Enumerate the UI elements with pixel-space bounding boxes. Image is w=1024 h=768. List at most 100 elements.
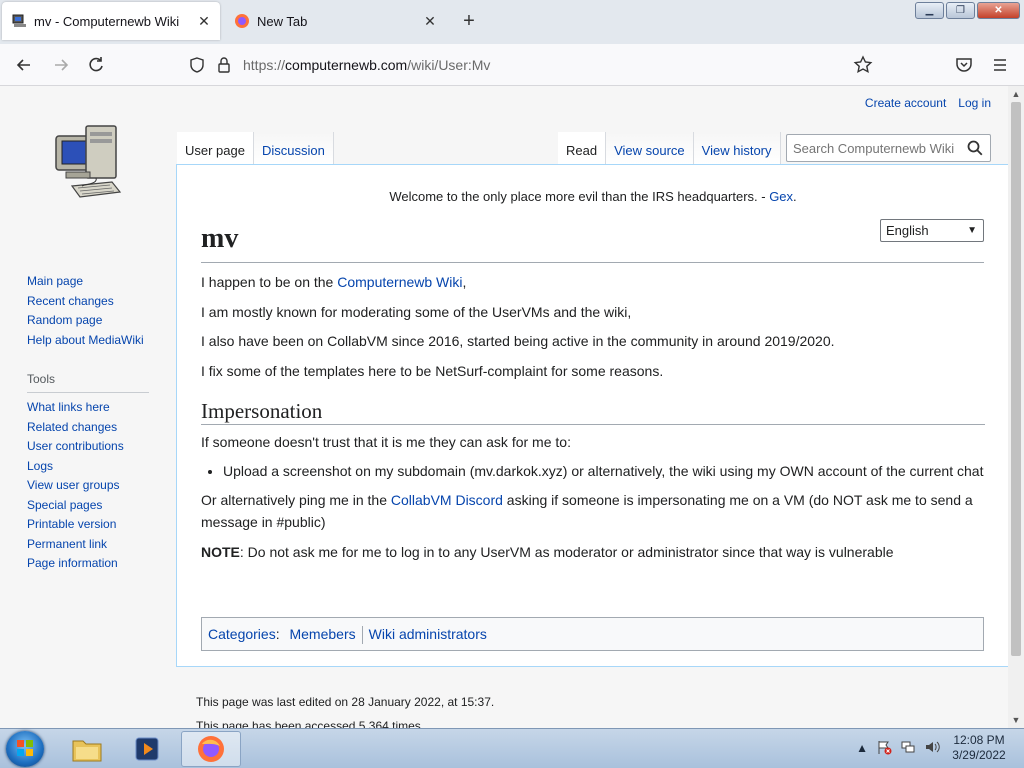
tab-view-history[interactable]: View history [693,132,781,164]
folder-icon [72,740,102,762]
url-path: /wiki/User:Mv [407,57,491,73]
start-button[interactable] [6,731,44,767]
sidebar-item-view-user-groups[interactable]: View user groups [27,478,120,492]
sidebar-item-what-links-here[interactable]: What links here [27,400,110,414]
forward-arrow-icon[interactable] [50,54,72,76]
media-player-taskbar-button[interactable] [117,731,177,767]
search-icon[interactable] [966,139,984,157]
tab-user-page[interactable]: User page [177,132,254,164]
scroll-up-icon[interactable]: ▲ [1008,86,1024,102]
show-hidden-icons-icon[interactable]: ▲ [856,741,868,755]
tab-strip: mv - Computernewb Wiki ✕ New Tab ✕ + ▁ ❐… [0,0,1024,44]
lock-icon[interactable] [216,56,232,74]
close-tab-icon[interactable]: ✕ [196,13,212,29]
note-text: : Do not ask me for me to log in to any … [239,543,894,560]
minimize-button[interactable]: ▁ [915,2,944,19]
tab-read[interactable]: Read [558,132,607,164]
reload-icon[interactable] [85,54,107,76]
sidebar-item-help[interactable]: Help about MediaWiki [27,333,144,347]
network-icon[interactable] [900,739,916,758]
back-arrow-icon[interactable] [13,54,35,76]
paragraph: If someone doesn't trust that it is me t… [201,433,571,450]
paragraph: Or alternatively ping me in the CollabVM… [201,489,985,533]
url-bar[interactable]: https://computernewb.com/wiki/User:Mv [180,50,880,80]
gex-link[interactable]: Gex [769,189,793,204]
sidebar: Main page Recent changes Random page Hel… [27,272,167,574]
clock-time: 12:08 PM [953,733,1005,747]
search-input[interactable] [787,135,959,161]
url-host: computernewb.com [285,57,408,73]
page-title: mv [201,223,984,263]
navigation-toolbar: https://computernewb.com/wiki/User:Mv [0,44,1024,86]
new-tab-plus-icon[interactable]: + [459,11,479,31]
section-heading-impersonation: Impersonation [201,400,985,425]
computernewb-wiki-link[interactable]: Computernewb Wiki [337,274,462,290]
url-text[interactable]: https://computernewb.com/wiki/User:Mv [243,57,490,73]
paragraph-text: , [462,274,467,290]
sidebar-item-recent-changes[interactable]: Recent changes [27,294,114,308]
clock[interactable]: 12:08 PM 3/29/2022 [948,733,1010,763]
hamburger-menu-icon[interactable] [989,54,1011,76]
sidebar-item-logs[interactable]: Logs [27,459,53,473]
scroll-down-icon[interactable]: ▼ [1008,712,1024,728]
collabvm-discord-link[interactable]: CollabVM Discord [391,492,503,508]
tab-new-tab[interactable]: New Tab ✕ [224,2,446,40]
category-wiki-administrators-link[interactable]: Wiki administrators [369,626,487,642]
footer: This page was last edited on 28 January … [196,695,494,728]
clock-date: 3/29/2022 [952,748,1006,762]
firefox-icon [198,736,224,762]
language-select[interactable]: English ▼ [880,219,984,242]
view-tabs: Read View source View history [558,132,781,164]
computer-favicon-icon [12,14,26,27]
window-controls: ▁ ❐ ✕ [915,2,1020,19]
close-tab-icon[interactable]: ✕ [422,13,438,29]
firefox-favicon-icon [235,14,249,28]
create-account-link[interactable]: Create account [865,96,946,110]
star-icon[interactable] [852,54,874,76]
note-paragraph: NOTE: Do not ask me for me to log in to … [201,541,985,563]
computer-logo-icon[interactable] [52,122,124,208]
bullet-list: Upload a screenshot on my subdomain (mv.… [223,460,985,482]
wiki-page: Create account Log in Main page Recent c… [0,86,1008,728]
note-label: NOTE [201,543,240,560]
paragraph-text: I happen to be on the [201,274,338,290]
close-window-button[interactable]: ✕ [977,2,1020,19]
tab-discussion[interactable]: Discussion [253,132,334,164]
personal-tools: Create account Log in [865,96,991,110]
sidebar-item-main-page[interactable]: Main page [27,274,83,288]
paragraph: I also have been on CollabVM since 2016,… [201,333,835,349]
pocket-icon[interactable] [953,54,975,76]
sidebar-item-special-pages[interactable]: Special pages [27,498,102,512]
tracking-protection-icon[interactable] [188,56,206,74]
chevron-down-icon: ▼ [967,225,977,236]
list-item: Upload a screenshot on my subdomain (mv.… [223,460,985,482]
categories-link[interactable]: Categories [208,626,276,642]
action-center-flag-icon[interactable] [876,739,892,758]
sidebar-navigation: Main page Recent changes Random page Hel… [27,272,167,350]
windows-logo-icon [17,740,33,756]
sidebar-item-related-changes[interactable]: Related changes [27,420,117,434]
category-separator [361,626,363,645]
firefox-taskbar-button[interactable] [181,731,241,767]
category-memebers-link[interactable]: Memebers [289,626,355,642]
sidebar-item-page-information[interactable]: Page information [27,556,118,570]
paragraph: I fix some of the templates here to be N… [201,362,664,379]
tab-mv-computernewb[interactable]: mv - Computernewb Wiki ✕ [2,2,220,40]
sidebar-item-printable-version[interactable]: Printable version [27,517,116,531]
sidebar-item-user-contributions[interactable]: User contributions [27,439,124,453]
volume-icon[interactable] [924,739,940,758]
category-links: Categories: Memebers Wiki administrators [201,617,984,651]
sidebar-item-permanent-link[interactable]: Permanent link [27,537,107,551]
log-in-link[interactable]: Log in [958,96,991,110]
page-scrollbar[interactable]: ▲ ▼ [1008,86,1024,728]
restore-button[interactable]: ❐ [946,2,975,19]
language-select-value: English [886,223,929,238]
media-player-icon [135,737,159,761]
scrollbar-thumb[interactable] [1011,102,1021,656]
namespace-tabs: User page Discussion [177,132,334,164]
tab-view-source[interactable]: View source [606,132,694,164]
paragraph: I happen to be on the Computernewb Wiki, [201,271,985,293]
file-explorer-taskbar-button[interactable] [57,731,117,767]
sidebar-item-random-page[interactable]: Random page [27,313,102,327]
paragraph-text: Or alternatively ping me in the [201,492,391,508]
